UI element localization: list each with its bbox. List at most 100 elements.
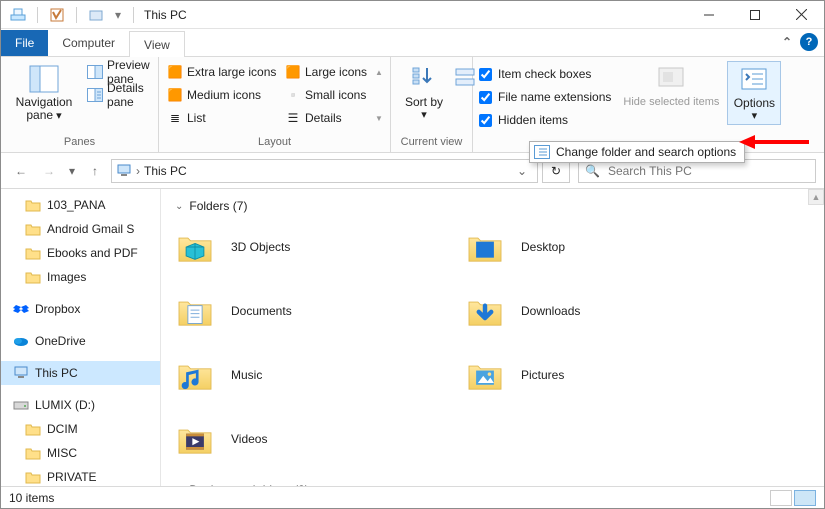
hide-selected-items-button: Hide selected items — [619, 61, 723, 110]
folder-icon — [465, 355, 505, 395]
preview-pane-button[interactable]: Preview pane — [85, 61, 152, 83]
explorer-icon — [7, 4, 29, 26]
qat-dropdown-icon[interactable]: ▾ — [111, 4, 125, 26]
ribbon-tabs: File Computer View ⌃ ? — [1, 29, 824, 57]
folder-tile[interactable]: Music — [175, 351, 465, 399]
check-item-check-boxes[interactable]: Item check boxes — [479, 63, 611, 85]
layout-large-icons[interactable]: 🟧Large icons — [283, 61, 375, 83]
tree-item[interactable]: 103_PANA — [1, 193, 160, 217]
folder-tile[interactable]: Pictures — [465, 351, 755, 399]
section-devices[interactable]: ⌄ Devices and drives (3) — [175, 483, 824, 486]
folder-icon — [25, 221, 41, 237]
view-details-button[interactable] — [770, 490, 792, 506]
check-hidden-items[interactable]: Hidden items — [479, 109, 611, 131]
minimize-button[interactable] — [686, 1, 732, 29]
properties-icon[interactable] — [46, 4, 68, 26]
folder-label: 3D Objects — [231, 240, 290, 254]
scroll-up-button[interactable]: ▲ — [808, 189, 824, 205]
tree-item-label: Ebooks and PDF — [47, 246, 138, 260]
layout-extra-large-icons[interactable]: 🟧Extra large icons — [165, 61, 283, 83]
status-item-count: 10 items — [9, 491, 54, 505]
folder-tile[interactable]: 3D Objects — [175, 223, 465, 271]
tree-item-label: DCIM — [47, 422, 78, 436]
options-button[interactable]: Options▾ — [727, 61, 781, 125]
tree-item[interactable]: Ebooks and PDF — [1, 241, 160, 265]
tab-file[interactable]: File — [1, 30, 48, 56]
group-layout-label: Layout — [165, 136, 384, 152]
folder-icon — [25, 269, 41, 285]
layout-small-icons[interactable]: ▫️Small icons — [283, 84, 375, 106]
tree-item[interactable]: LUMIX (D:) — [1, 393, 160, 417]
folder-icon — [175, 227, 215, 267]
tree-item-label: OneDrive — [35, 334, 86, 348]
group-currentview-label: Current view — [397, 136, 466, 152]
change-folder-search-options[interactable]: Change folder and search options — [529, 141, 745, 163]
sort-by-button[interactable]: Sort by ▾ — [397, 61, 451, 123]
tree-item-label: PRIVATE — [47, 470, 97, 484]
tree-item-label: Images — [47, 270, 86, 284]
collapse-ribbon-icon[interactable]: ⌃ — [782, 35, 792, 49]
up-button[interactable]: ↑ — [83, 159, 107, 183]
view-tiles-button[interactable] — [794, 490, 816, 506]
navigation-tree[interactable]: 103_PANA Android Gmail S Ebooks and PDF Ima… — [1, 189, 161, 486]
tree-item[interactable]: PRIVATE — [1, 465, 160, 486]
section-folders[interactable]: ⌄ Folders (7) — [175, 199, 824, 213]
tree-item-label: 103_PANA — [47, 198, 105, 212]
annotation-arrow — [739, 132, 809, 152]
recent-locations-button[interactable]: ▾ — [65, 159, 79, 183]
layout-list[interactable]: ≣List — [165, 107, 283, 129]
tree-item[interactable]: Android Gmail S — [1, 217, 160, 241]
folder-label: Documents — [231, 304, 292, 318]
group-by-button[interactable] — [455, 61, 475, 97]
folder-label: Videos — [231, 432, 267, 446]
folder-tile[interactable]: Desktop — [465, 223, 755, 271]
title-bar: ▾ This PC — [1, 1, 824, 29]
close-button[interactable] — [778, 1, 824, 29]
options-small-icon — [534, 144, 550, 160]
tree-item-label: Dropbox — [35, 302, 80, 316]
tree-item-label: Android Gmail S — [47, 222, 134, 236]
navigation-pane-button[interactable]: Navigation pane ▾ — [7, 61, 81, 124]
tree-item[interactable]: OneDrive — [1, 329, 160, 353]
help-icon[interactable]: ? — [800, 33, 818, 51]
breadcrumb-location: This PC — [144, 164, 187, 178]
layout-details[interactable]: ☰Details — [283, 107, 375, 129]
maximize-button[interactable] — [732, 1, 778, 29]
tree-item-label: LUMIX (D:) — [35, 398, 95, 412]
chevron-down-icon: ⌄ — [175, 485, 183, 487]
group-panes-label: Panes — [7, 136, 152, 152]
tree-item[interactable]: This PC — [1, 361, 160, 385]
folder-icon — [175, 291, 215, 331]
folder-icon — [465, 227, 505, 267]
back-button[interactable]: ← — [9, 159, 33, 183]
breadcrumb[interactable]: › This PC ⌄ — [111, 159, 538, 183]
tree-item-label: This PC — [35, 366, 78, 380]
folder-label: Pictures — [521, 368, 564, 382]
folder-label: Desktop — [521, 240, 565, 254]
search-input[interactable] — [606, 163, 809, 179]
onedrive-icon — [13, 333, 29, 349]
folder-tile[interactable]: Downloads — [465, 287, 755, 335]
tree-item[interactable]: MISC — [1, 441, 160, 465]
forward-button[interactable]: → — [37, 159, 61, 183]
tree-item[interactable]: Images — [1, 265, 160, 289]
folder-tile[interactable]: Documents — [175, 287, 465, 335]
drive-icon — [13, 397, 29, 413]
quick-access-toolbar: ▾ — [7, 4, 138, 26]
tree-item[interactable]: Dropbox — [1, 297, 160, 321]
chevron-down-icon: ⌄ — [175, 201, 183, 212]
tab-view[interactable]: View — [129, 31, 185, 57]
layout-medium-icons[interactable]: 🟧Medium icons — [165, 84, 283, 106]
folder-icon — [25, 197, 41, 213]
content-pane[interactable]: ▲ ⌄ Folders (7) 3D Objects Desktop Documen… — [161, 189, 824, 486]
new-folder-icon[interactable] — [85, 4, 107, 26]
breadcrumb-dropdown-icon[interactable]: ⌄ — [511, 164, 533, 178]
tab-computer[interactable]: Computer — [48, 30, 129, 56]
folder-tile[interactable]: Videos — [175, 415, 465, 463]
folder-icon — [175, 355, 215, 395]
tree-item[interactable]: DCIM — [1, 417, 160, 441]
check-file-name-extensions[interactable]: File name extensions — [479, 86, 611, 108]
details-pane-button[interactable]: Details pane — [85, 84, 152, 106]
ribbon: Navigation pane ▾ Preview pane Details p… — [1, 57, 824, 153]
dropbox-icon — [13, 301, 29, 317]
